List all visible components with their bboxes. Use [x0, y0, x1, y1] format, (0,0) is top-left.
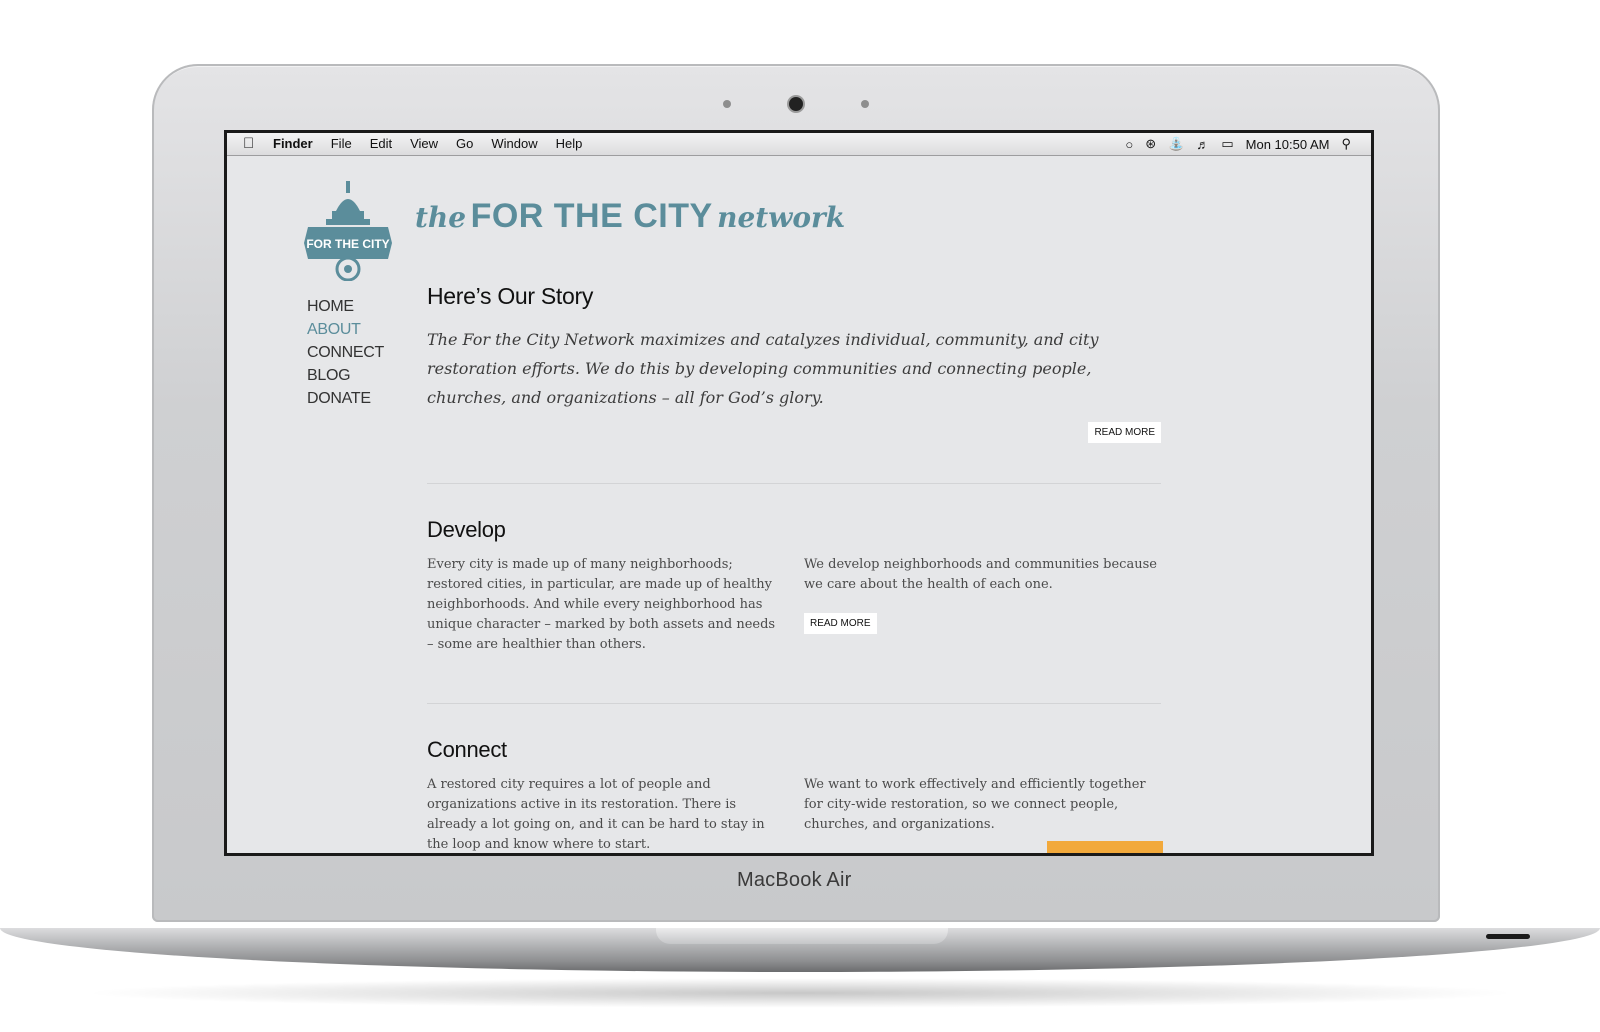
menu-go[interactable]: Go	[456, 136, 473, 151]
screen:  Finder File Edit View Go Window Help ○…	[224, 130, 1374, 856]
menu-view[interactable]: View	[410, 136, 438, 151]
battery-icon[interactable]: ▭	[1221, 136, 1233, 152]
apple-logo-icon[interactable]: 	[243, 135, 254, 152]
chat-bubble-icon[interactable]: ○	[1125, 137, 1133, 152]
divider	[427, 483, 1161, 484]
bluetooth-icon[interactable]: ⊛	[1145, 136, 1156, 152]
nav-donate[interactable]: DONATE	[307, 387, 384, 410]
story-read-more-button[interactable]: READ MORE	[1088, 422, 1161, 443]
divider	[427, 703, 1161, 704]
nav-connect[interactable]: CONNECT	[307, 341, 384, 364]
menu-edit[interactable]: Edit	[370, 136, 392, 151]
menu-items: Finder File Edit View Go Window Help	[273, 136, 582, 151]
site-title[interactable]: the FOR THE CITY network	[415, 197, 845, 236]
develop-text-left: Every city is made up of many neighborho…	[427, 557, 776, 652]
nav-home[interactable]: HOME	[307, 295, 384, 318]
for-the-city-logo[interactable]: FOR THE CITY	[302, 181, 394, 281]
clock[interactable]: Mon 10:50 AM	[1246, 137, 1330, 152]
nav-about[interactable]: ABOUT	[307, 318, 384, 341]
brand-network: network	[717, 201, 846, 234]
connect-text-right: We want to work effectively and efficien…	[804, 777, 1146, 832]
port-indicator	[1486, 934, 1530, 939]
menu-bar:  Finder File Edit View Go Window Help ○…	[227, 133, 1371, 156]
main-nav: HOME ABOUT CONNECT BLOG DONATE	[307, 295, 384, 410]
nav-blog[interactable]: BLOG	[307, 364, 384, 387]
story-heading: Here’s Our Story	[427, 283, 594, 309]
laptop-shadow	[80, 978, 1520, 1008]
ambient-sensor	[723, 100, 731, 108]
develop-read-more-button[interactable]: READ MORE	[804, 613, 877, 634]
menu-finder[interactable]: Finder	[273, 136, 313, 151]
brand-the: the	[415, 201, 467, 234]
develop-heading: Develop	[427, 517, 506, 542]
connect-heading: Connect	[427, 737, 507, 762]
status-area: ○ ⊛ ⛲ ♬ ▭ Mon 10:50 AM ⚲	[1125, 136, 1351, 152]
story-text: The For the City Network maximizes and c…	[427, 330, 1099, 407]
camera-icon	[789, 97, 803, 111]
brand-main: FOR THE CITY	[470, 197, 713, 235]
menu-window[interactable]: Window	[491, 136, 537, 151]
develop-text-right: We develop neighborhoods and communities…	[804, 557, 1157, 592]
lid-notch	[656, 928, 948, 944]
device-label: MacBook Air	[737, 869, 852, 891]
menu-help[interactable]: Help	[556, 136, 583, 151]
connect-action-button[interactable]	[1047, 841, 1163, 853]
spotlight-search-icon[interactable]: ⚲	[1341, 136, 1351, 152]
menu-file[interactable]: File	[331, 136, 352, 151]
ambient-sensor	[861, 100, 869, 108]
volume-icon[interactable]: ♬	[1196, 137, 1209, 152]
connect-text-left: A restored city requires a lot of people…	[427, 777, 765, 852]
logo-badge-text: FOR THE CITY	[306, 237, 389, 251]
wifi-icon[interactable]: ⛲	[1168, 136, 1184, 152]
